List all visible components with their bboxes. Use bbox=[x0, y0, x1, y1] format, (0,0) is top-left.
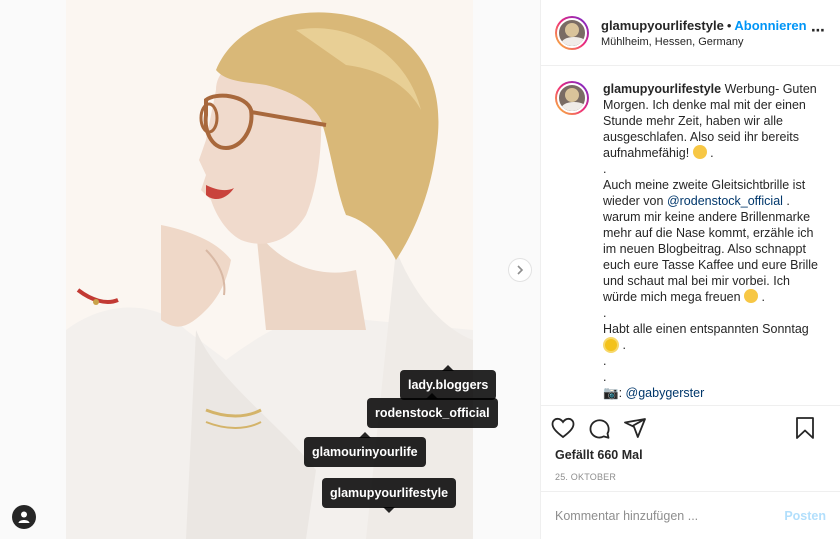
action-bar bbox=[541, 406, 840, 450]
mention-gabygerster-link[interactable]: @gabygerster bbox=[626, 386, 705, 400]
comment-input[interactable] bbox=[555, 508, 785, 523]
photo-tag-label: glamourinyourlife bbox=[312, 445, 418, 459]
separator-dot: • bbox=[726, 17, 732, 33]
sun-emoji-icon bbox=[605, 339, 617, 351]
caption-dot: . bbox=[603, 162, 607, 176]
camera-emoji-icon: 📷: bbox=[603, 386, 623, 400]
post-header: glamupyourlifestyle • Abonnieren Mühlheim,… bbox=[541, 0, 840, 66]
caption-paragraph-3: Habt alle einen entspannten Sonntag bbox=[603, 322, 809, 336]
caption-dot: . bbox=[603, 370, 607, 384]
caption-paragraph-2-end: . warum mir keine andere Brillenmarke me… bbox=[603, 194, 818, 304]
caption-text: glamupyourlifestyle Werbung- Guten Morge… bbox=[603, 81, 821, 405]
heart-icon[interactable] bbox=[551, 413, 587, 443]
likes-count[interactable]: Gefällt 660 Mal bbox=[541, 448, 840, 462]
mention-rodenstock-link[interactable]: @rodenstock_official bbox=[667, 194, 783, 208]
avatar[interactable] bbox=[555, 15, 589, 50]
photo-tag-rodenstock-official[interactable]: rodenstock_official bbox=[367, 393, 498, 428]
caption-p1-end: . bbox=[710, 146, 714, 160]
post-date[interactable]: 25. OKTOBER bbox=[541, 472, 840, 482]
caption-dot: . bbox=[603, 354, 607, 368]
post-footer: Gefällt 660 Mal 25. OKTOBER Posten bbox=[541, 405, 840, 539]
next-arrow-icon[interactable] bbox=[508, 258, 532, 282]
share-icon[interactable] bbox=[623, 413, 659, 443]
caption-p3-end: . bbox=[622, 338, 626, 352]
comment-form: Posten bbox=[541, 491, 840, 539]
photo-tag-lady-bloggers[interactable]: lady.bloggers bbox=[400, 365, 497, 400]
post-media: lady.bloggers rodenstock_official glamou… bbox=[0, 0, 540, 539]
caption-p2-tail: . bbox=[761, 290, 766, 304]
photo-tag-glamourinyourlife[interactable]: glamourinyourlife bbox=[304, 432, 426, 467]
bookmark-icon[interactable] bbox=[794, 413, 830, 443]
photo-tag-label: lady.bloggers bbox=[408, 378, 489, 392]
avatar[interactable] bbox=[555, 81, 589, 115]
comment-icon[interactable] bbox=[587, 413, 623, 443]
more-icon[interactable]: ⋯ bbox=[811, 22, 826, 39]
location-link[interactable]: Mühlheim, Hessen, Germany bbox=[601, 36, 807, 48]
photo-tag-label: glamupyourlifestyle bbox=[330, 486, 449, 500]
post-comment-button[interactable]: Posten bbox=[784, 509, 826, 523]
photo-tag-label: rodenstock_official bbox=[375, 406, 490, 420]
caption-username[interactable]: glamupyourlifestyle bbox=[603, 82, 721, 96]
caption-dot: . bbox=[603, 306, 607, 320]
photo-tag-glamupyourlifestyle[interactable]: glamupyourlifestyle bbox=[322, 478, 457, 513]
smiling-emoji-icon bbox=[744, 289, 759, 303]
user-tag-icon[interactable] bbox=[12, 505, 36, 529]
follow-button[interactable]: Abonnieren bbox=[734, 18, 806, 33]
smiley-emoji-icon bbox=[692, 145, 707, 159]
post-side-panel: glamupyourlifestyle • Abonnieren Mühlheim,… bbox=[540, 0, 840, 539]
username-link[interactable]: glamupyourlifestyle bbox=[601, 18, 724, 33]
caption-area: glamupyourlifestyle Werbung- Guten Morge… bbox=[541, 67, 840, 405]
